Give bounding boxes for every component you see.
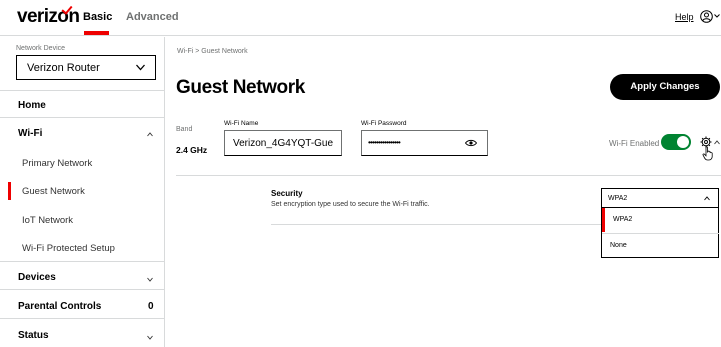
sidebar-item-wifi[interactable]: Wi-Fi	[18, 128, 42, 139]
option-label: WPA2	[613, 216, 633, 223]
security-title: Security	[271, 189, 303, 198]
security-option-wpa2[interactable]: WPA2	[602, 208, 719, 232]
network-device-label: Network Device	[16, 45, 66, 52]
help-link[interactable]: Help	[675, 12, 694, 22]
option-label: None	[610, 242, 627, 249]
chevron-down-icon[interactable]	[714, 13, 720, 19]
active-item-indicator	[8, 182, 11, 200]
user-icon[interactable]	[700, 10, 713, 23]
sidebar-item-parental-controls[interactable]: Parental Controls	[18, 301, 101, 312]
wifi-enabled-toggle[interactable]	[661, 134, 691, 150]
tab-advanced[interactable]: Advanced	[126, 11, 179, 23]
wifi-name-label: Wi-Fi Name	[224, 120, 259, 127]
sidebar-item-devices[interactable]: Devices	[18, 272, 56, 283]
active-tab-indicator	[84, 31, 109, 35]
chevron-down-icon[interactable]	[147, 335, 153, 340]
wifi-enabled-label: Wi-Fi Enabled	[609, 139, 660, 148]
security-dropdown-list: WPA2 None	[601, 208, 719, 258]
sidebar-item-status[interactable]: Status	[18, 330, 49, 341]
chevron-up-icon[interactable]	[147, 132, 153, 137]
sidebar-item-wifi-protected-setup[interactable]: Wi-Fi Protected Setup	[22, 243, 115, 254]
wifi-password-label: Wi-Fi Password	[361, 120, 407, 127]
wifi-password-input[interactable]: ••••••••••••••••	[361, 130, 488, 156]
top-bar: verizon Basic Advanced Help	[0, 0, 721, 36]
sidebar-divider	[0, 289, 164, 290]
sidebar: Network Device Verizon Router Home Wi-Fi…	[0, 37, 165, 347]
apply-changes-button[interactable]: Apply Changes	[610, 74, 720, 100]
sidebar-item-iot-network[interactable]: IoT Network	[22, 215, 73, 226]
sidebar-divider	[0, 117, 164, 118]
network-device-select[interactable]: Verizon Router	[16, 55, 156, 80]
security-selected-value: WPA2	[608, 195, 628, 202]
security-description: Set encryption type used to secure the W…	[271, 201, 430, 208]
sidebar-divider	[0, 261, 164, 262]
chevron-up-icon	[704, 196, 710, 201]
sidebar-item-primary-network[interactable]: Primary Network	[22, 158, 92, 169]
chevron-down-icon[interactable]	[147, 277, 153, 282]
sidebar-item-home[interactable]: Home	[18, 100, 46, 111]
page-title: Guest Network	[176, 77, 305, 98]
security-dropdown[interactable]: WPA2	[601, 188, 719, 208]
band-label: Band	[176, 126, 193, 133]
wifi-name-input[interactable]	[224, 130, 342, 156]
network-device-value: Verizon Router	[27, 62, 100, 74]
breadcrumb[interactable]: Wi-Fi > Guest Network	[177, 48, 248, 55]
chevron-down-icon	[136, 64, 145, 71]
chevron-up-icon[interactable]	[714, 140, 720, 145]
password-mask: ••••••••••••••••	[368, 138, 401, 147]
parental-controls-count: 0	[148, 301, 154, 312]
security-option-none[interactable]: None	[602, 233, 719, 257]
section-divider	[176, 175, 721, 176]
eye-icon[interactable]	[465, 139, 477, 147]
sidebar-item-guest-network[interactable]: Guest Network	[22, 186, 85, 197]
security-divider	[271, 224, 601, 225]
hand-cursor-icon	[702, 146, 713, 161]
band-value: 2.4 GHz	[176, 145, 208, 155]
toggle-knob	[677, 136, 689, 148]
sidebar-divider	[0, 318, 164, 319]
sidebar-divider	[0, 90, 164, 91]
tab-basic[interactable]: Basic	[83, 11, 112, 23]
